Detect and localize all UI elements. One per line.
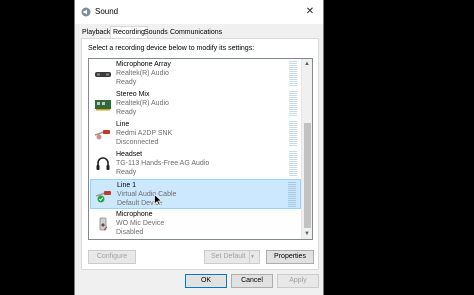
recording-panel: Select a recording device below to modif… xyxy=(81,38,319,270)
device-name: Stereo Mix xyxy=(116,91,150,98)
sound-dialog: Sound ✕ Playback Recording Sounds Commun… xyxy=(74,0,324,295)
device-item-headset[interactable]: Headset TG-113 Hands-Free AG Audio Ready xyxy=(90,149,301,179)
instructions-text: Select a recording device below to modif… xyxy=(88,45,255,52)
line-in-default-icon xyxy=(95,191,111,203)
device-list-scrollbar[interactable]: ▲ ▼ xyxy=(301,59,312,239)
title-bar[interactable]: Sound ✕ xyxy=(75,0,323,24)
device-description: Virtual Audio Cable xyxy=(117,191,177,198)
device-status: Ready xyxy=(116,109,137,116)
device-description: WO Mic Device xyxy=(116,220,165,227)
device-name: Microphone Array xyxy=(116,61,171,68)
device-description: Redmi A2DP SNK xyxy=(116,130,173,137)
device-list[interactable]: Microphone Array Realtek(R) Audio Ready … xyxy=(88,58,313,240)
ok-button[interactable]: OK xyxy=(185,274,227,288)
scroll-up-arrow-icon[interactable]: ▲ xyxy=(302,59,312,69)
device-item-microphone-array[interactable]: Microphone Array Realtek(R) Audio Ready xyxy=(90,59,301,89)
device-name: Headset xyxy=(116,151,143,158)
properties-button[interactable]: Properties xyxy=(266,250,314,264)
line-in-icon xyxy=(94,130,110,140)
level-meter xyxy=(289,121,297,147)
device-name: Line 1 xyxy=(117,182,137,189)
set-default-label: Set Default xyxy=(211,253,246,260)
device-name: Microphone xyxy=(116,211,153,218)
device-name: Line xyxy=(116,121,130,128)
device-item-stereo-mix[interactable]: Stereo Mix Realtek(R) Audio Ready xyxy=(90,89,301,119)
device-status: Disabled xyxy=(116,229,144,236)
microphone-icon xyxy=(99,217,108,231)
device-item-line-1[interactable]: Line 1 Virtual Audio Cable Default Devic… xyxy=(90,179,301,209)
cancel-button[interactable]: Cancel xyxy=(231,274,273,288)
level-meter xyxy=(289,61,297,87)
device-description: Realtek(R) Audio xyxy=(116,70,169,77)
scroll-down-arrow-icon[interactable]: ▼ xyxy=(302,229,312,239)
configure-button[interactable]: Configure xyxy=(88,250,136,264)
close-button[interactable]: ✕ xyxy=(297,0,323,24)
device-description: Realtek(R) Audio xyxy=(116,100,169,107)
level-meter xyxy=(289,91,297,117)
device-status: Disconnected xyxy=(116,139,159,146)
window-title: Sound xyxy=(95,7,119,16)
sound-card-icon xyxy=(95,100,111,111)
chevron-down-icon[interactable]: ▼ xyxy=(249,251,259,263)
set-default-button[interactable]: Set Default ▼ xyxy=(204,250,260,264)
level-meter xyxy=(289,151,297,177)
scroll-thumb[interactable] xyxy=(304,123,311,228)
apply-button[interactable]: Apply xyxy=(277,274,319,288)
headset-icon xyxy=(96,157,110,170)
device-status: Ready xyxy=(116,79,137,86)
mouse-pointer-icon xyxy=(154,194,162,206)
device-item-microphone[interactable]: Microphone WO Mic Device Disabled xyxy=(90,209,301,239)
device-description: TG-113 Hands-Free AG Audio xyxy=(116,160,210,167)
device-item-line[interactable]: Line Redmi A2DP SNK Disconnected xyxy=(90,119,301,149)
device-status: Ready xyxy=(116,169,137,176)
speaker-icon xyxy=(81,7,91,17)
microphone-array-icon xyxy=(95,72,111,77)
level-meter xyxy=(288,182,296,208)
